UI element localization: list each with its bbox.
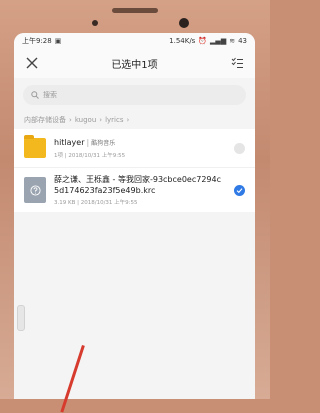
battery-level: 43 (238, 36, 247, 45)
drawer-handle[interactable] (17, 305, 25, 331)
title-bar: 已选中1项 (14, 48, 255, 78)
breadcrumb-item-lyrics[interactable]: lyrics (105, 116, 123, 124)
select-checkbox[interactable] (234, 184, 245, 196)
checkmark-icon (236, 187, 243, 193)
breadcrumb-item-kugou[interactable]: kugou (75, 116, 96, 124)
file-name: hitlayer (54, 138, 85, 147)
notification-icon: ▣ (54, 36, 62, 45)
unknown-file-icon (24, 177, 46, 203)
proximity-sensor (92, 20, 98, 26)
breadcrumb: 内部存储设备 › kugou › lyrics › (14, 111, 255, 129)
file-list: hitlayer | 酷狗音乐 1项 | 2018/10/31 上午9:55 薛之谦… (14, 129, 255, 212)
file-name: 薛之谦、王栎鑫 - 等我回家-93cbce0ec7294c5d174623fa2… (54, 175, 222, 195)
folder-icon (24, 135, 46, 161)
status-bar: 上午9:28 ▣ 1.54K/s ⏰ ▂▄▆ ≋ 43 (14, 33, 255, 48)
select-checkbox[interactable] (234, 142, 245, 154)
signal-icon: ▂▄▆ (210, 36, 227, 45)
select-all-icon (231, 57, 243, 68)
divider: | (86, 138, 90, 147)
earpiece (112, 8, 158, 13)
empty-area (14, 240, 255, 399)
chevron-right-icon: › (126, 116, 130, 124)
wifi-icon: ≋ (229, 36, 236, 45)
folder-tag: 酷狗音乐 (91, 140, 116, 147)
breadcrumb-item-storage[interactable]: 内部存储设备 (24, 115, 66, 125)
file-meta: 1项 | 2018/10/31 上午9:55 (54, 153, 126, 159)
search-placeholder: 搜索 (43, 91, 57, 99)
list-item[interactable]: 薛之谦、王栎鑫 - 等我回家-93cbce0ec7294c5d174623fa2… (14, 167, 255, 212)
search-bar[interactable]: 搜索 (23, 85, 246, 105)
network-speed: 1.54K/s (169, 36, 196, 45)
status-time: 上午9:28 (22, 36, 52, 45)
close-icon (26, 57, 38, 69)
close-button[interactable] (24, 55, 40, 71)
file-meta: 3.19 KB | 2018/10/31 上午9:55 (54, 200, 138, 206)
list-item[interactable]: hitlayer | 酷狗音乐 1项 | 2018/10/31 上午9:55 (14, 129, 255, 167)
chevron-right-icon: › (69, 116, 72, 124)
page-title: 已选中1项 (111, 59, 158, 71)
chevron-right-icon: › (99, 116, 103, 124)
select-all-button[interactable] (229, 55, 245, 71)
phone-screen: 上午9:28 ▣ 1.54K/s ⏰ ▂▄▆ ≋ 43 已选中1项 搜索 内部存… (14, 33, 255, 399)
question-icon (29, 184, 41, 196)
search-icon (31, 91, 39, 99)
front-camera (179, 18, 189, 28)
alarm-icon: ⏰ (198, 36, 208, 45)
